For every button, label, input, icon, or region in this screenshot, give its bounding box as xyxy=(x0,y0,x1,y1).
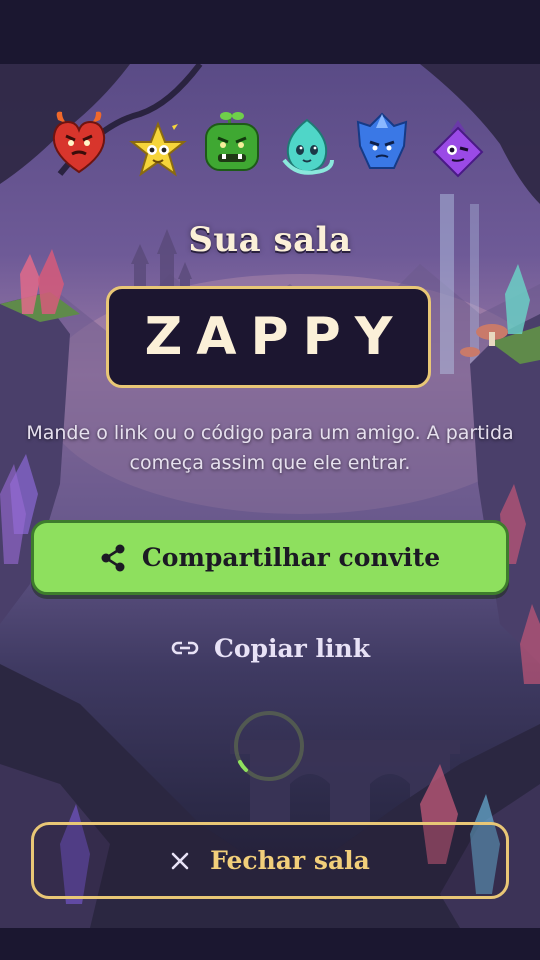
room-instructions: Mande o link ou o código para um amigo. … xyxy=(26,422,514,474)
monster-lineup xyxy=(0,110,540,190)
red-devil-monster-icon xyxy=(52,111,106,174)
background-illustration xyxy=(0,64,540,928)
yellow-star-monster-icon xyxy=(129,121,187,177)
bottom-bar xyxy=(0,928,540,960)
share-icon xyxy=(101,544,125,571)
fantasy-background xyxy=(0,64,540,928)
copy-link-label: Copiar link xyxy=(213,633,371,663)
close-room-button[interactable]: Fechar sala xyxy=(31,822,509,899)
blue-crystal-monster-icon xyxy=(356,112,408,169)
room-code: ZAPPY xyxy=(144,307,407,367)
copy-link-button[interactable]: Copiar link xyxy=(0,628,540,668)
close-room-label: Fechar sala xyxy=(210,846,370,875)
link-icon xyxy=(171,641,199,655)
share-invite-button[interactable]: Compartilhar convite xyxy=(31,520,509,595)
close-icon xyxy=(171,852,189,869)
green-ogre-monster-icon xyxy=(205,112,259,171)
share-invite-label: Compartilhar convite xyxy=(141,543,441,572)
room-code-box: ZAPPY xyxy=(106,286,431,388)
purple-gem-monster-icon xyxy=(432,120,484,178)
water-spirit-monster-icon xyxy=(282,118,334,175)
loading-spinner xyxy=(234,711,304,781)
top-bar xyxy=(0,0,540,64)
room-title: Sua sala xyxy=(188,220,352,260)
